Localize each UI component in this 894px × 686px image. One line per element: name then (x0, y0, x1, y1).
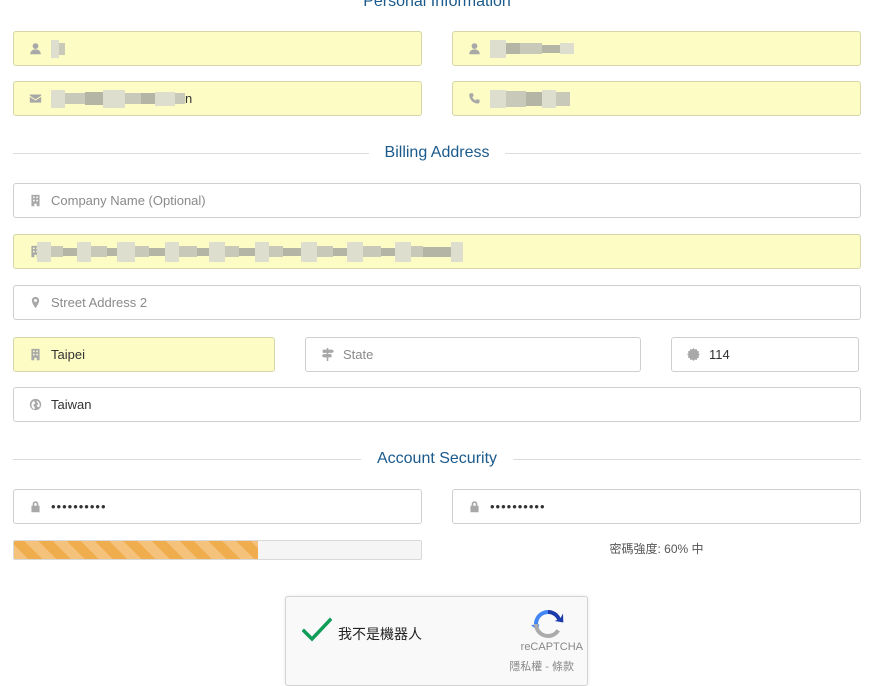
redacted-value (490, 87, 570, 111)
certificate-icon (686, 348, 700, 362)
company-name-field[interactable]: Company Name (Optional) (13, 183, 861, 218)
password-strength-fill (14, 541, 259, 559)
user-icon (467, 42, 481, 56)
first-name-field[interactable] (13, 31, 422, 66)
last-name-field[interactable] (452, 31, 861, 66)
redacted-value (51, 37, 65, 61)
signpost-icon (320, 348, 334, 362)
state-placeholder: State (343, 347, 374, 362)
lock-icon (28, 500, 42, 514)
password-value: •••••••••• (51, 499, 107, 514)
divider (13, 152, 369, 154)
user-icon (28, 42, 42, 56)
redacted-value (37, 240, 463, 264)
company-name-placeholder: Company Name (Optional) (51, 193, 206, 208)
section-title-personal: Personal Information (13, 0, 861, 14)
phone-field[interactable] (452, 81, 861, 116)
building-icon (28, 348, 42, 362)
postcode-value: 114 (709, 347, 730, 362)
recaptcha-logo-icon (531, 607, 565, 641)
phone-icon (467, 92, 481, 106)
redacted-value (51, 87, 185, 111)
checkmark-icon[interactable] (301, 617, 333, 643)
recaptcha-brand: reCAPTCHA (520, 641, 583, 653)
building-icon (28, 194, 42, 208)
password-field[interactable]: •••••••••• (13, 489, 422, 524)
street-address-1-field[interactable] (13, 234, 861, 269)
section-title-billing: Billing Address (13, 141, 862, 165)
divider (13, 458, 361, 460)
email-field[interactable]: n (13, 81, 422, 116)
divider (505, 152, 862, 154)
lock-icon (467, 500, 481, 514)
street-address-2-field[interactable]: Street Address 2 (13, 285, 861, 320)
envelope-icon (28, 92, 42, 106)
state-field[interactable]: State (305, 337, 641, 372)
section-title-security: Account Security (13, 447, 861, 471)
divider (513, 458, 861, 460)
section-label: Account Security (376, 450, 498, 467)
globe-icon (28, 398, 42, 412)
confirm-password-value: •••••••••• (490, 499, 546, 514)
country-field[interactable]: Taiwan (13, 387, 861, 422)
password-strength-label: 密碼強度: 60% 中 (609, 542, 704, 556)
section-label: Personal Information (363, 0, 511, 10)
recaptcha-label: 我不是機器人 (338, 626, 422, 642)
street-address-2-placeholder: Street Address 2 (51, 295, 148, 310)
recaptcha-privacy-terms-link[interactable]: 隱私權 - 條款 (509, 658, 574, 674)
city-field[interactable]: Taipei (13, 337, 275, 372)
email-value-suffix: n (185, 91, 193, 106)
section-label: Billing Address (384, 144, 490, 161)
country-value: Taiwan (51, 397, 92, 412)
postcode-field[interactable]: 114 (671, 337, 859, 372)
password-strength-bar (13, 540, 422, 560)
recaptcha-widget: 我不是機器人 reCAPTCHA 隱私權 - 條款 (285, 596, 588, 686)
city-value: Taipei (51, 347, 85, 362)
map-marker-icon (28, 296, 42, 310)
confirm-password-field[interactable]: •••••••••• (452, 489, 861, 524)
redacted-value (490, 37, 574, 61)
